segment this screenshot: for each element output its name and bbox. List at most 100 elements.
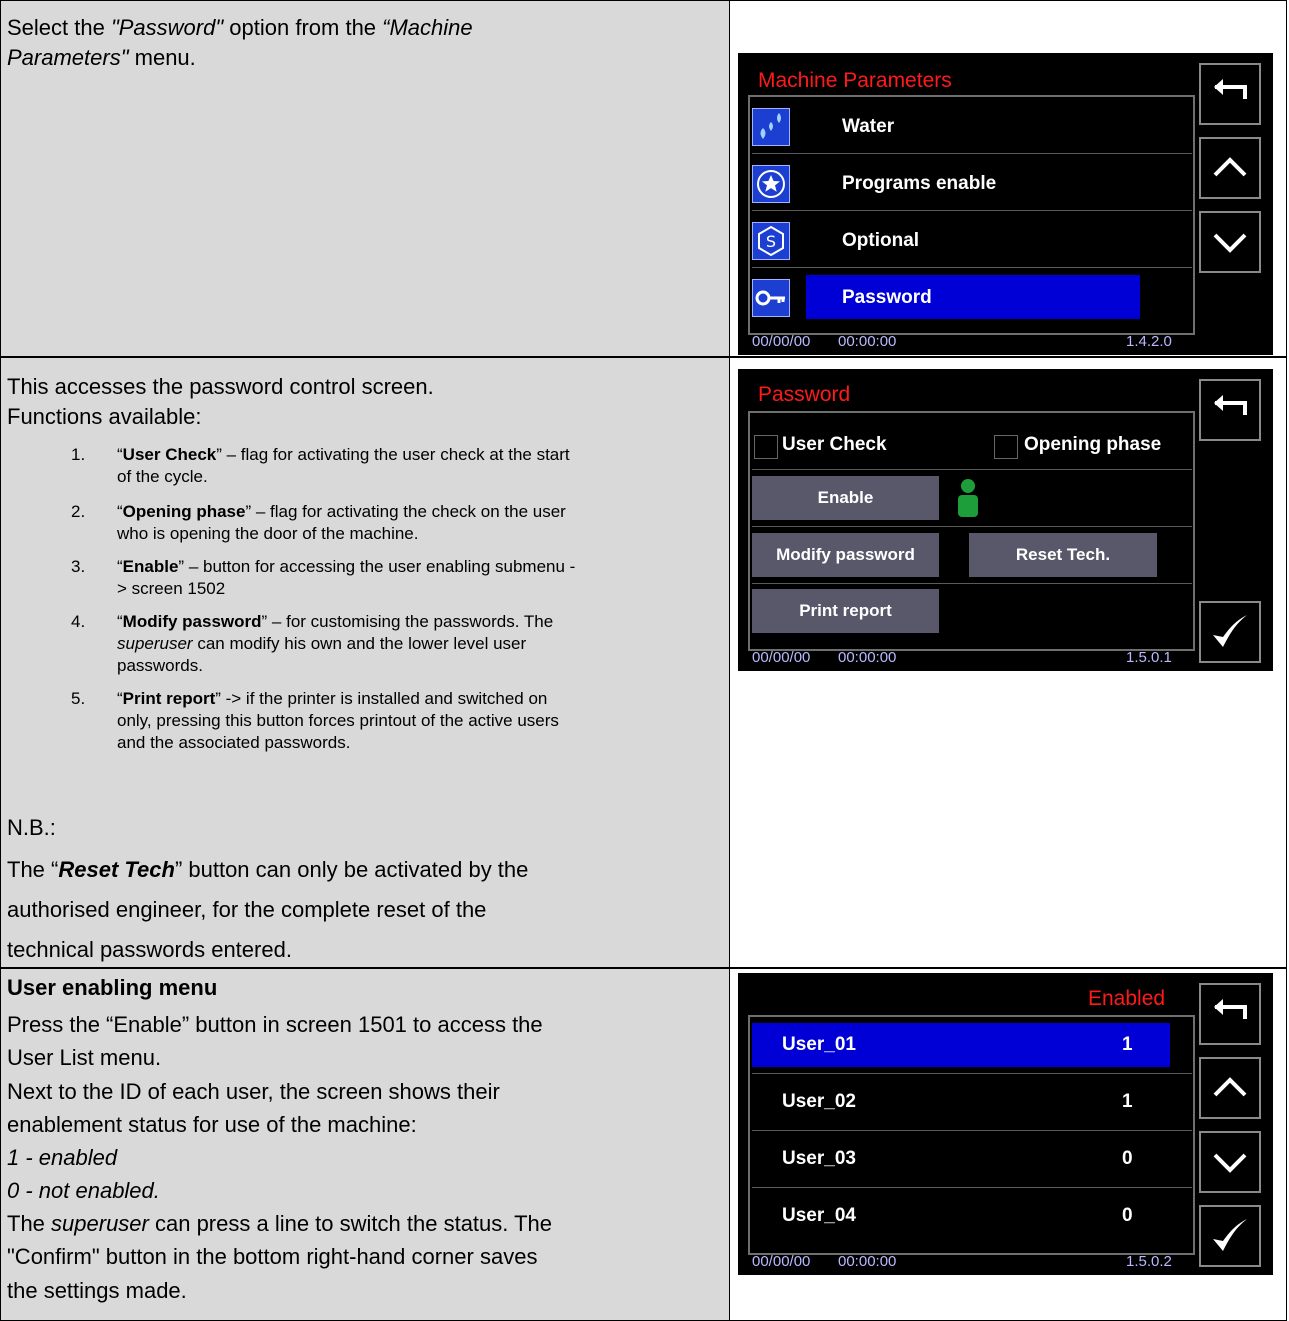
section-heading: User enabling menu: [7, 973, 217, 1002]
divider: [752, 526, 1192, 527]
modify-password-button[interactable]: Modify password: [752, 533, 939, 577]
footer-time: 00:00:00: [838, 1253, 897, 1270]
item-text: – for customising the passwords. The: [271, 612, 554, 631]
row3-line9: the settings made.: [7, 1278, 187, 1303]
intro-line2: Parameters" menu.: [7, 43, 196, 72]
list-number: 2.: [71, 502, 86, 521]
row3-line6: 0 - not enabled.: [7, 1176, 160, 1205]
chevron-down-icon: [1213, 1153, 1247, 1173]
item-text: – flag for activating the check on the u…: [255, 502, 566, 521]
list-item: “Enable” – button for accessing the user…: [117, 557, 576, 576]
list-item-cont: superuser can modify his own and the low…: [117, 633, 526, 655]
confirm-button[interactable]: [1199, 601, 1261, 663]
menu-item-label: Password: [842, 287, 932, 308]
user-check-label: User Check: [782, 434, 887, 455]
enable-button[interactable]: Enable: [752, 476, 939, 520]
chevron-up-icon: [1213, 157, 1247, 177]
item-key: User Check: [122, 445, 217, 464]
list-number: 4.: [71, 612, 86, 631]
item-key: Enable: [122, 557, 179, 576]
heading-text: User enabling menu: [7, 975, 218, 1000]
footer-version: 1.5.0.2: [1126, 1253, 1172, 1270]
intro-menu: Parameters": [7, 45, 129, 70]
back-button[interactable]: [1199, 63, 1261, 125]
item-key: Modify password: [122, 612, 262, 631]
divider: [752, 267, 1192, 268]
nb-key: Reset Tech: [58, 857, 175, 882]
list-item: “Modify password” – for customising the …: [117, 612, 554, 631]
item-emphasis: superuser: [117, 634, 193, 653]
row3-line5: 1 - enabled: [7, 1143, 117, 1172]
back-arrow-icon: [1214, 999, 1247, 1019]
description-cell: User enabling menu Press the “Enable” bu…: [0, 968, 730, 1321]
list-item-cont: passwords.: [117, 656, 203, 675]
user-status: 0: [1122, 1205, 1133, 1226]
screen-title: Enabled: [1088, 987, 1166, 1010]
user-icon: [953, 477, 983, 519]
row3-line3: Next to the ID of each user, the screen …: [7, 1079, 500, 1104]
screen-title: Password: [758, 383, 851, 406]
menu-item-label: Programs enable: [842, 173, 997, 194]
screenshot-cell: Password User Check Opening phase Enable: [730, 357, 1287, 968]
item-key: Opening phase: [122, 502, 246, 521]
list-item-cont: who is opening the door of the machine.: [117, 524, 419, 543]
intro-option: "Password": [110, 15, 224, 40]
footer-version: 1.5.0.1: [1126, 649, 1172, 666]
emphasis: superuser: [51, 1211, 149, 1236]
print-report-button[interactable]: Print report: [752, 589, 939, 633]
row3-line1: Press the “Enable” button in screen 1501…: [7, 1012, 543, 1037]
divider: [752, 1187, 1192, 1188]
item-key: Print report: [122, 689, 216, 708]
reset-tech-button[interactable]: Reset Tech.: [969, 533, 1157, 577]
star-circle-icon: [752, 165, 790, 203]
intro-menu: “Machine: [382, 15, 473, 40]
list-item: “Opening phase” – flag for activating th…: [117, 502, 566, 521]
user-enabling-screen: Enabled User_01 1 User_02 1 User_03 0 Us…: [738, 973, 1273, 1275]
divider: [752, 153, 1192, 154]
back-arrow-icon: [1214, 79, 1247, 99]
machine-parameters-screen: Machine Parameters Water Programs enable…: [738, 53, 1273, 355]
table-row: User enabling menu Press the “Enable” bu…: [0, 968, 1287, 1321]
back-button[interactable]: [1199, 983, 1261, 1045]
confirm-button[interactable]: [1199, 1205, 1261, 1267]
user-check-checkbox[interactable]: [754, 435, 778, 459]
status-enabled: 1 - enabled: [7, 1145, 118, 1170]
key-icon: [752, 279, 790, 317]
row3-line8: "Confirm" button in the bottom right-han…: [7, 1244, 538, 1269]
footer-date: 00/00/00: [752, 333, 811, 350]
list-item: “Print report” -> if the printer is inst…: [117, 689, 548, 708]
footer-date: 00/00/00: [752, 649, 811, 666]
table-row: This accesses the password control scree…: [0, 357, 1287, 968]
text: The: [7, 1211, 52, 1236]
footer-version: 1.4.2.0: [1126, 333, 1172, 350]
scroll-up-button[interactable]: [1199, 1057, 1261, 1119]
list-item-cont: and the associated passwords.: [117, 733, 351, 752]
divider: [752, 1130, 1192, 1131]
footer-date: 00/00/00: [752, 1253, 811, 1270]
table-row: Select the "Password" option from the “M…: [0, 0, 1287, 357]
intro-line1: Select the "Password" option from the “M…: [7, 13, 473, 42]
user-status: 0: [1122, 1148, 1133, 1169]
screen-title: Machine Parameters: [758, 69, 952, 92]
back-button[interactable]: [1199, 379, 1261, 441]
scroll-down-button[interactable]: [1199, 1131, 1261, 1193]
nb-text: ” button can only be activated by the: [174, 857, 529, 882]
item-text: – flag for activating the user check at …: [226, 445, 570, 464]
opening-phase-checkbox[interactable]: [994, 435, 1018, 459]
status-not-enabled: 0 - not enabled.: [7, 1178, 160, 1203]
row2-line1: This accesses the password control scree…: [7, 374, 434, 399]
item-text: -> if the printer is installed and switc…: [225, 689, 548, 708]
row2-line2: Functions available:: [7, 404, 202, 429]
list-item: “User Check” – flag for activating the u…: [117, 445, 570, 464]
list-item-cont: > screen 1502: [117, 579, 226, 598]
list-number: 1.: [71, 445, 86, 464]
chevron-down-icon: [1213, 233, 1247, 253]
user-name: User_01: [782, 1034, 856, 1055]
divider: [752, 469, 1192, 470]
menu-item-label: Water: [842, 116, 895, 137]
divider: [752, 1073, 1192, 1074]
nb-line2: authorised engineer, for the complete re…: [7, 897, 487, 922]
scroll-down-button[interactable]: [1199, 211, 1261, 273]
list-item-cont: only, pressing this button forces printo…: [117, 711, 559, 730]
scroll-up-button[interactable]: [1199, 137, 1261, 199]
